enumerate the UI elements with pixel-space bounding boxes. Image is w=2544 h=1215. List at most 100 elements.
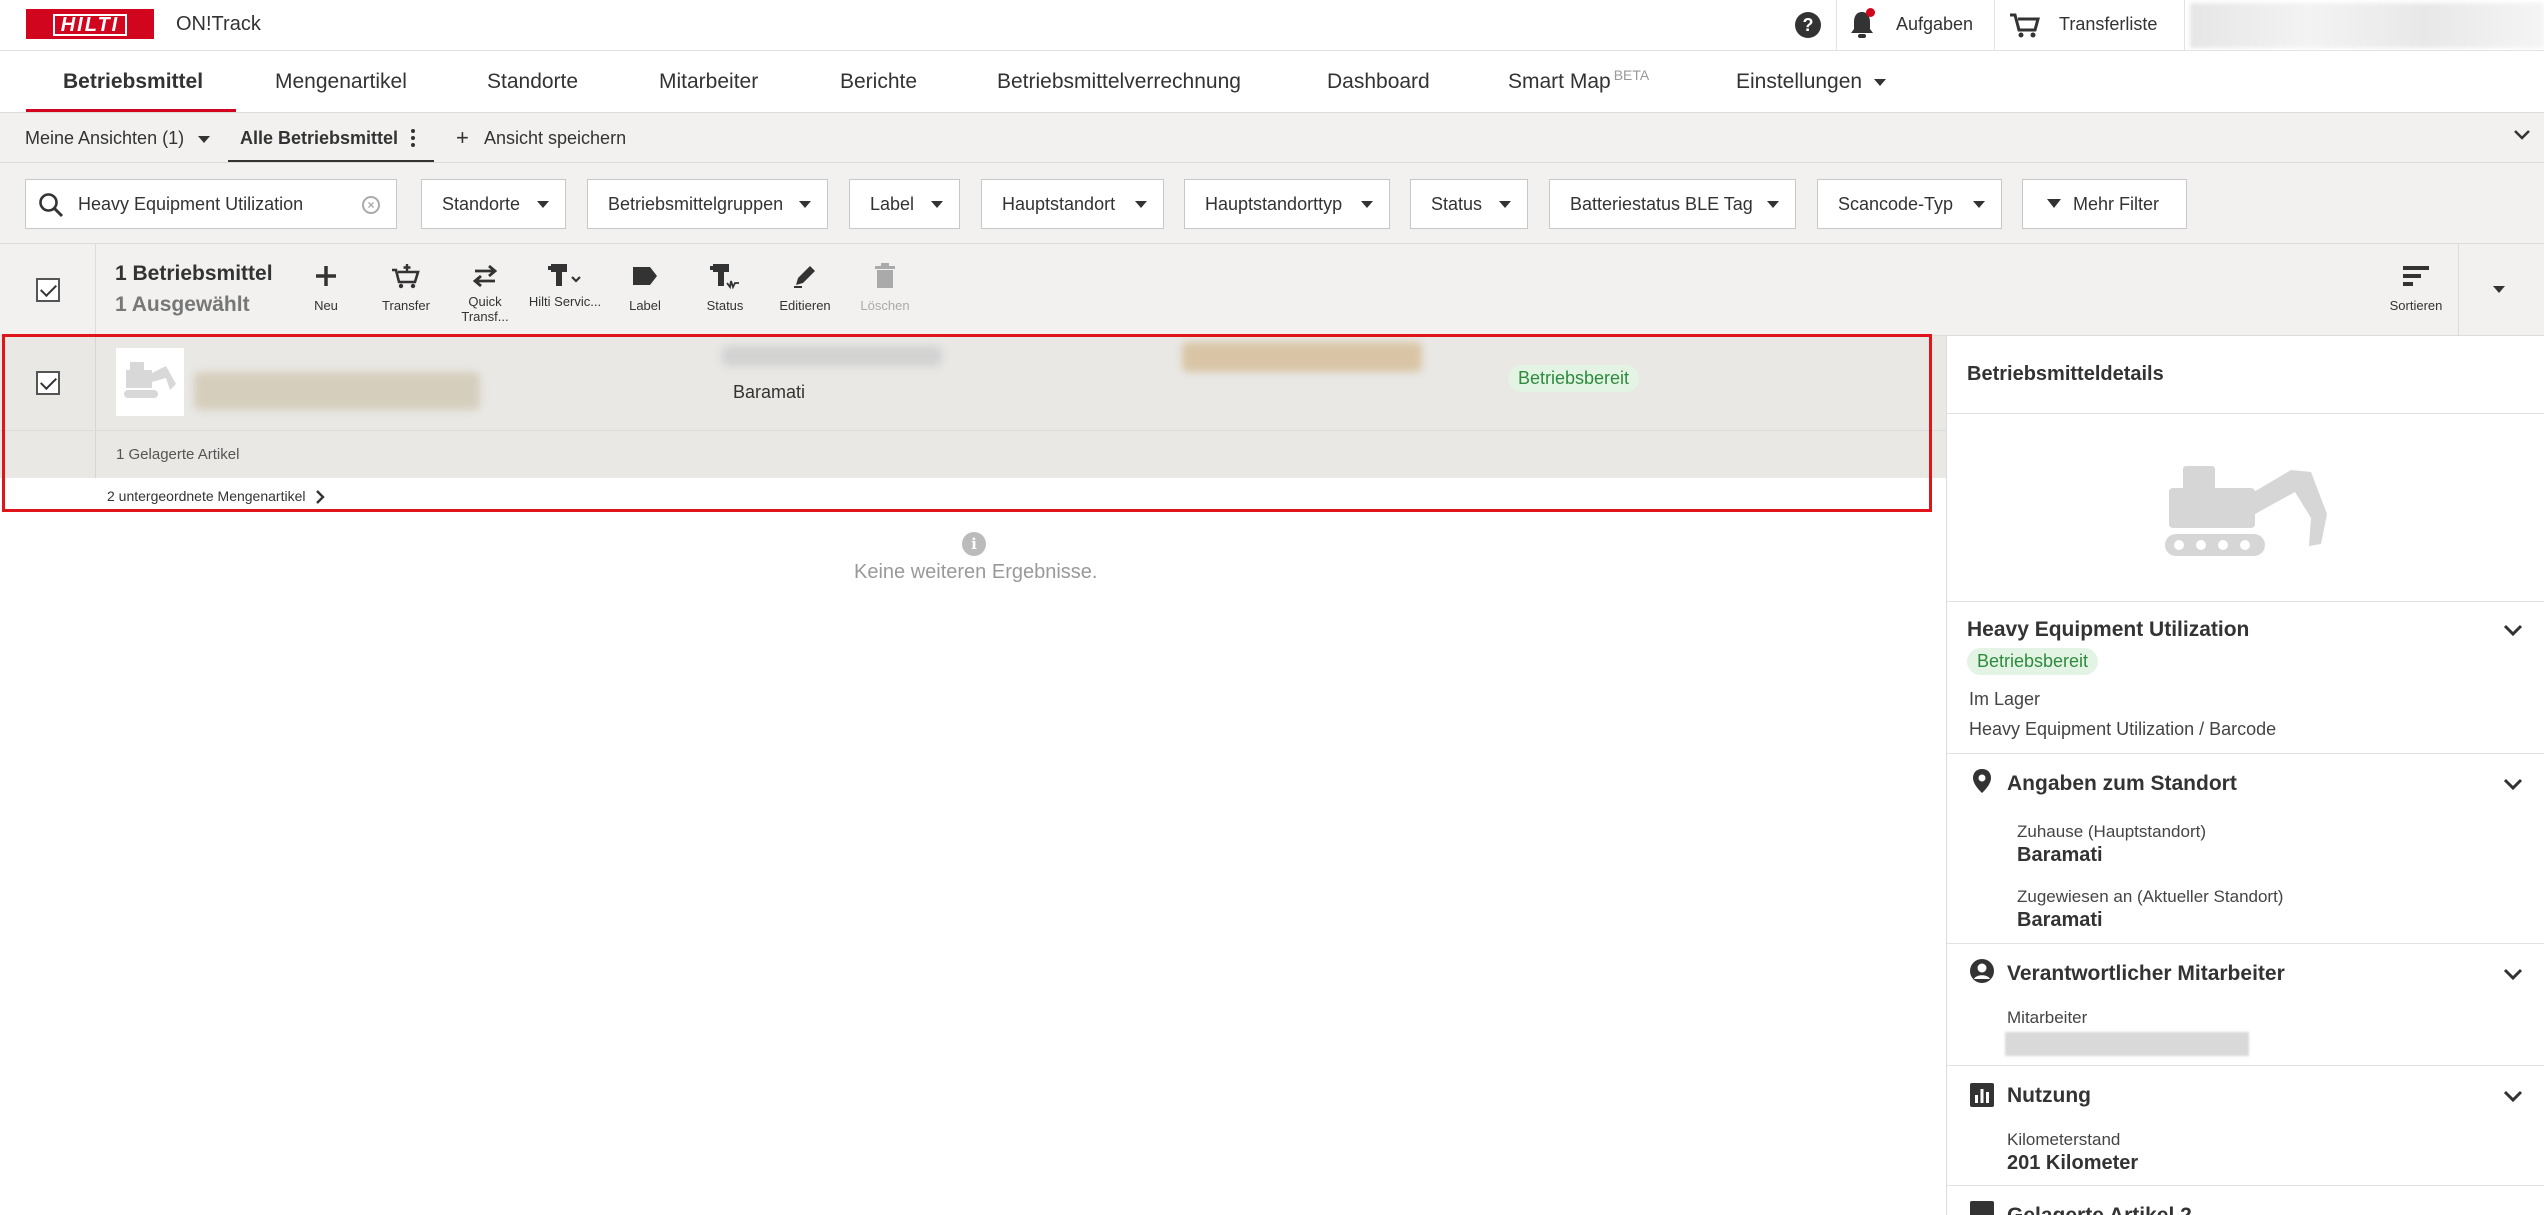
asset-row-main[interactable]: Baramati Betriebsbereit xyxy=(0,336,1946,430)
tool-label: Neu xyxy=(314,298,338,313)
sub-items-link[interactable]: 2 untergeordnete Mengenartikel xyxy=(107,488,326,505)
delete-button[interactable]: Löschen xyxy=(847,258,923,313)
tab-betriebsmittelverrechnung[interactable]: Betriebsmittelverrechnung xyxy=(997,51,1241,113)
location-section-title: Angaben zum Standort xyxy=(2007,772,2237,795)
clear-search-icon[interactable]: × xyxy=(362,196,380,214)
help-icon[interactable]: ? xyxy=(1795,12,1821,38)
filter-hauptstandorttyp[interactable]: Hauptstandorttyp xyxy=(1184,179,1390,229)
pencil-icon xyxy=(767,258,843,294)
notification-bell-icon[interactable] xyxy=(1849,8,1875,40)
asset-details-panel: Betriebsmitteldetails Heavy Equipment Ut… xyxy=(1946,336,2544,1215)
asset-thumbnail xyxy=(116,348,184,416)
status-button[interactable]: Status xyxy=(687,258,763,313)
tab-betriebsmittel[interactable]: Betriebsmittel xyxy=(63,51,203,113)
asset-summary-section: Heavy Equipment Utilization Betriebsbere… xyxy=(1947,602,2544,754)
sort-button[interactable]: Sortieren xyxy=(2378,258,2454,313)
tab-dashboard[interactable]: Dashboard xyxy=(1327,51,1430,113)
tool-label: Editieren xyxy=(779,298,831,313)
caret-down-icon xyxy=(2493,286,2505,293)
plus-icon xyxy=(288,258,364,294)
beta-badge: BETA xyxy=(1613,67,1650,83)
assigned-location-value: Baramati xyxy=(2017,909,2103,931)
select-all-cell xyxy=(0,244,96,336)
chevron-down-icon[interactable] xyxy=(2503,1090,2523,1104)
logo-text: HILTI xyxy=(52,14,128,36)
asset-info-redacted xyxy=(1182,342,1422,372)
trash-icon xyxy=(847,258,923,294)
no-more-results: Keine weiteren Ergebnisse. xyxy=(854,561,1098,583)
cart-transfer-icon xyxy=(368,258,444,294)
save-view-button[interactable]: Ansicht speichern xyxy=(484,128,626,149)
more-filters-button[interactable]: Mehr Filter xyxy=(2022,179,2187,229)
asset-id-redacted xyxy=(722,346,942,366)
search-input[interactable]: Heavy Equipment Utilization × xyxy=(25,179,397,229)
chevron-down-icon[interactable] xyxy=(2503,624,2523,638)
label-button[interactable]: Label xyxy=(607,258,683,313)
sub-items-row[interactable]: 2 untergeordnete Mengenartikel xyxy=(0,478,1946,514)
edit-button[interactable]: Editieren xyxy=(767,258,843,313)
collapse-chevron-icon[interactable] xyxy=(2512,125,2532,145)
chevron-right-icon xyxy=(316,490,326,505)
filter-bar: Heavy Equipment Utilization × Standorte … xyxy=(0,163,2544,244)
hilti-service-button[interactable]: Hilti Servic... xyxy=(527,258,603,309)
row-check-cell xyxy=(0,336,96,430)
filter-label: Hauptstandorttyp xyxy=(1205,194,1343,214)
row-stored-left xyxy=(0,431,96,479)
assigned-location-label: Zugewiesen an (Aktueller Standort) xyxy=(2017,887,2284,906)
storage-state: Im Lager xyxy=(1969,689,2041,709)
status-badge: Betriebsbereit xyxy=(1508,365,1640,392)
employee-section: Verantwortlicher Mitarbeiter Mitarbeiter xyxy=(1947,944,2544,1066)
user-menu-redacted[interactable] xyxy=(2190,3,2544,48)
asset-count: 1 Betriebsmittel xyxy=(115,262,273,285)
kebab-menu-icon[interactable] xyxy=(411,129,415,147)
filter-funnel-icon xyxy=(2047,198,2061,208)
filter-label[interactable]: Label xyxy=(849,179,960,229)
tab-berichte[interactable]: Berichte xyxy=(840,51,917,113)
tab-mengenartikel[interactable]: Mengenartikel xyxy=(275,51,407,113)
active-view-indicator xyxy=(228,160,434,162)
hilti-service-icon xyxy=(527,258,603,294)
asset-row[interactable]: Baramati Betriebsbereit 1 Gelagerte Arti… xyxy=(0,336,1946,514)
usage-section-title: Nutzung xyxy=(2007,1084,2091,1107)
quick-transfer-button[interactable]: Quick Transf... xyxy=(447,258,523,324)
filter-scancode-typ[interactable]: Scancode-Typ xyxy=(1817,179,2002,229)
filter-standorte[interactable]: Standorte xyxy=(421,179,566,229)
asset-image xyxy=(1947,414,2544,602)
tasks-link[interactable]: Aufgaben xyxy=(1896,14,1973,35)
stored-items-section: Gelagerte Artikel 2 xyxy=(1947,1186,2544,1215)
chevron-down-icon[interactable] xyxy=(2503,778,2523,792)
chevron-down-icon[interactable] xyxy=(2503,968,2523,982)
view-all-assets[interactable]: Alle Betriebsmittel xyxy=(240,128,398,149)
filter-batteriestatus[interactable]: Batteriestatus BLE Tag xyxy=(1549,179,1796,229)
action-toolbar: 1 Betriebsmittel 1 Ausgewählt Neu Transf… xyxy=(0,244,2544,336)
filter-status[interactable]: Status xyxy=(1410,179,1528,229)
expand-panel-toggle[interactable] xyxy=(2458,244,2544,336)
status-badge: Betriebsbereit xyxy=(1967,648,2099,675)
caret-down-icon xyxy=(1499,201,1511,208)
tab-mitarbeiter[interactable]: Mitarbeiter xyxy=(659,51,758,113)
stored-items-row[interactable]: 1 Gelagerte Artikel xyxy=(0,430,1946,479)
tab-standorte[interactable]: Standorte xyxy=(487,51,578,113)
caret-down-icon xyxy=(1361,201,1373,208)
transfer-button[interactable]: Transfer xyxy=(368,258,444,313)
active-tab-indicator xyxy=(26,109,236,112)
select-all-checkbox[interactable] xyxy=(36,278,60,302)
new-button[interactable]: Neu xyxy=(288,258,364,313)
hilti-logo[interactable]: HILTI xyxy=(26,9,154,39)
divider xyxy=(1836,0,1837,51)
tab-einstellungen[interactable]: Einstellungen xyxy=(1736,51,1887,113)
notification-dot xyxy=(1866,8,1875,17)
usage-chart-icon xyxy=(1970,1083,1994,1107)
views-bar: Meine Ansichten (1) Alle Betriebsmittel … xyxy=(0,113,2544,163)
caret-down-icon xyxy=(1767,201,1779,208)
cart-icon[interactable] xyxy=(2009,12,2041,40)
tab-smart-map[interactable]: Smart Map BETA xyxy=(1508,51,1649,113)
tool-label: Hilti Servic... xyxy=(528,294,602,309)
my-views-dropdown[interactable]: Meine Ansichten (1) xyxy=(25,128,211,149)
transfer-list-link[interactable]: Transferliste xyxy=(2059,14,2157,35)
filter-betriebsmittelgruppen[interactable]: Betriebsmittelgruppen xyxy=(587,179,828,229)
plus-icon: + xyxy=(456,125,469,150)
row-checkbox[interactable] xyxy=(36,371,60,395)
filter-hauptstandort[interactable]: Hauptstandort xyxy=(981,179,1164,229)
selected-count: 1 Ausgewählt xyxy=(115,293,250,316)
